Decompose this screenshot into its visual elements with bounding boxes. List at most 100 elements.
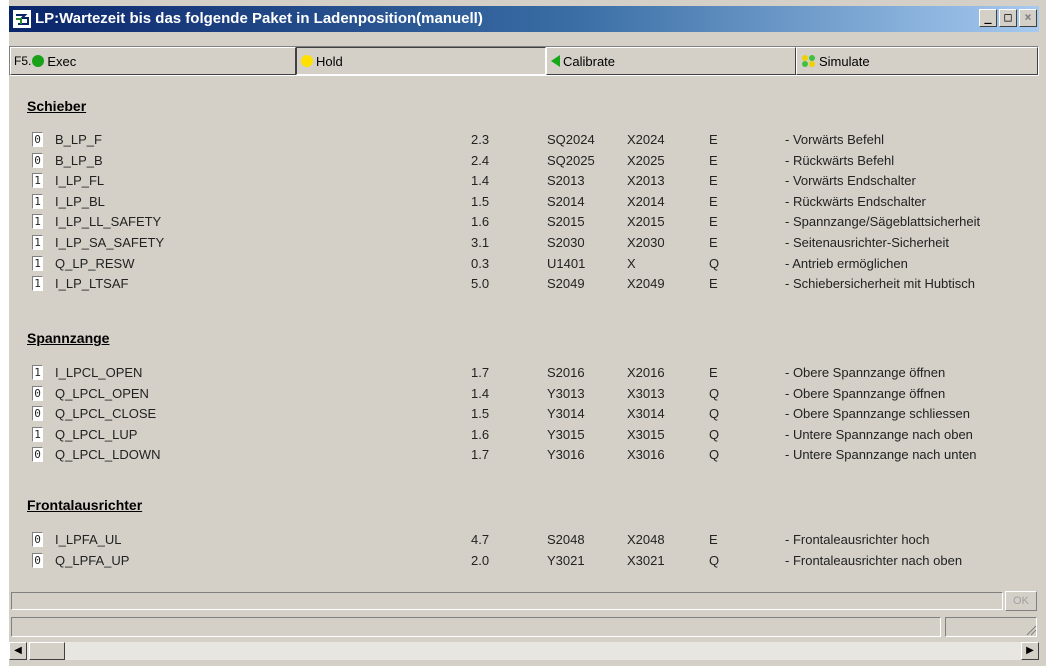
calibrate-label: Calibrate (563, 53, 616, 69)
calibrate-icon (551, 55, 560, 67)
value-box[interactable]: 1 (32, 276, 43, 292)
channel-number: 1.5 (471, 193, 490, 209)
command-row: OK (9, 590, 1039, 614)
value-box[interactable]: 1 (32, 365, 43, 380)
value-box[interactable]: 1 (32, 214, 43, 230)
exec-button[interactable]: F5. Exec (10, 47, 296, 75)
io-type: E (709, 173, 718, 189)
channel-number: 1.5 (471, 406, 490, 422)
value-box[interactable]: 0 (32, 552, 43, 568)
channel-number: 2.0 (471, 552, 490, 568)
simulate-label: Simulate (819, 53, 870, 69)
address: X2025 (627, 152, 665, 168)
io-type: E (709, 193, 718, 209)
io-type: Q (709, 552, 720, 568)
value-box[interactable]: 0 (32, 406, 43, 422)
sensor-id: S2048 (547, 532, 585, 547)
calibrate-button[interactable]: Calibrate (546, 47, 796, 75)
signal-name: I_LP_FL (55, 173, 105, 189)
hold-button[interactable]: Hold (296, 47, 546, 75)
sensor-id: S2030 (547, 235, 585, 250)
io-type: E (709, 235, 718, 250)
title-bar[interactable]: LP:Wartezeit bis das folgende Paket in L… (9, 6, 1039, 32)
command-field[interactable] (11, 592, 1003, 610)
value-box[interactable]: 0 (32, 132, 43, 147)
address: X2049 (627, 276, 665, 292)
simulate-button[interactable]: Simulate (796, 47, 1038, 75)
io-type: Q (709, 406, 720, 422)
scroll-thumb[interactable] (29, 642, 65, 660)
signal-name: B_LP_F (55, 132, 102, 147)
value-box[interactable]: 1 (32, 426, 43, 442)
value-box[interactable]: 1 (32, 235, 43, 250)
channel-number: 1.6 (471, 426, 490, 442)
address: X3015 (627, 426, 665, 442)
minimize-button[interactable]: _ (979, 9, 997, 27)
address: X (627, 255, 636, 271)
close-button[interactable]: × (1019, 9, 1037, 27)
address: X2024 (627, 132, 665, 147)
section-title-spannzange: Spannzange (27, 330, 110, 346)
address: X2016 (627, 365, 665, 380)
table-row: 0 Q_LPCL_LDOWN 1.7 Y3016 X3016 Q - Untere Span… (9, 446, 1039, 466)
scroll-left-arrow-icon[interactable]: ◀ (9, 642, 27, 660)
channel-number: 0.3 (471, 255, 490, 271)
resize-grip-icon[interactable] (1025, 624, 1037, 636)
io-type: Q (709, 255, 720, 271)
main-window: LP:Wartezeit bis das folgende Paket in L… (8, 0, 1046, 666)
channel-number: 1.7 (471, 447, 490, 463)
sensor-id: Y3014 (547, 406, 585, 422)
sensor-id: S2016 (547, 365, 585, 380)
exec-label: Exec (47, 53, 77, 69)
channel-number: 1.4 (471, 173, 490, 189)
ok-button[interactable]: OK (1005, 591, 1037, 611)
table-row: 0 Q_LPCL_OPEN 1.4 Y3013 X3013 Q - Obere Spannz… (9, 385, 1039, 405)
signal-name: Q_LPCL_LUP (55, 426, 138, 442)
io-type: E (709, 214, 718, 230)
sensor-id: S2049 (547, 276, 585, 292)
app-icon (13, 10, 31, 28)
table-row: 1 Q_LPCL_LUP 1.6 Y3015 X3015 Q - Untere Spannz… (9, 426, 1039, 446)
description: - Untere Spannzange nach oben (785, 426, 973, 442)
value-box[interactable]: 1 (32, 255, 43, 271)
description: - Schiebersicherheit mit Hubtisch (785, 276, 976, 292)
table-row: 0 B_LP_F 2.3 SQ2024 X2024 E - Vorwärts Befehl (9, 131, 1039, 151)
address: X2014 (627, 193, 665, 209)
value-box[interactable]: 1 (32, 193, 43, 209)
signal-name: Q_LP_RESW (55, 255, 135, 271)
value-box[interactable]: 1 (32, 173, 43, 189)
sensor-id: Y3016 (547, 447, 585, 463)
signal-name: I_LP_BL (55, 193, 105, 209)
signal-name: I_LP_LL_SAFETY (55, 214, 162, 230)
sensor-id: S2015 (547, 214, 585, 230)
table-row: 1 Q_LP_RESW 0.3 U1401 X Q - Antrieb ermögliche… (9, 255, 1039, 275)
description: - Obere Spannzange öffnen (785, 385, 946, 401)
description: - Obere Spannzange öffnen (785, 365, 946, 380)
value-box[interactable]: 0 (32, 152, 43, 168)
value-box[interactable]: 0 (32, 532, 43, 547)
signal-name: I_LP_LTSAF (55, 276, 129, 292)
address: X3014 (627, 406, 665, 422)
description: - Frontaleausrichter hoch (785, 532, 930, 547)
scroll-right-arrow-icon[interactable]: ▶ (1021, 642, 1039, 660)
hold-label: Hold (316, 53, 343, 69)
horizontal-scrollbar[interactable]: ◀ ▶ (9, 642, 1039, 660)
section-title-schieber: Schieber (27, 98, 87, 114)
signal-name: B_LP_B (55, 152, 103, 168)
channel-number: 1.7 (471, 365, 490, 380)
simulate-icon (802, 55, 815, 67)
sensor-id: Y3013 (547, 385, 585, 401)
signal-name: Q_LPFA_UP (55, 552, 130, 568)
channel-number: 1.6 (471, 214, 490, 230)
address: X2015 (627, 214, 665, 230)
channel-number: 2.3 (471, 132, 490, 147)
sensor-id: Y3015 (547, 426, 585, 442)
table-row: 0 I_LPFA_UL 4.7 S2048 X2048 E - Frontaleausric… (9, 531, 1039, 551)
description: - Spannzange/Sägeblattsicherheit (785, 214, 981, 230)
address: X2013 (627, 173, 665, 189)
table-row: 1 I_LP_BL 1.5 S2014 X2014 E - Rückwärts Endsch… (9, 193, 1039, 213)
value-box[interactable]: 0 (32, 385, 43, 401)
value-box[interactable]: 0 (32, 447, 43, 463)
toolbar: F5. Exec Hold Calibrate Simulate (9, 46, 1039, 76)
maximize-button[interactable]: □ (999, 9, 1017, 27)
